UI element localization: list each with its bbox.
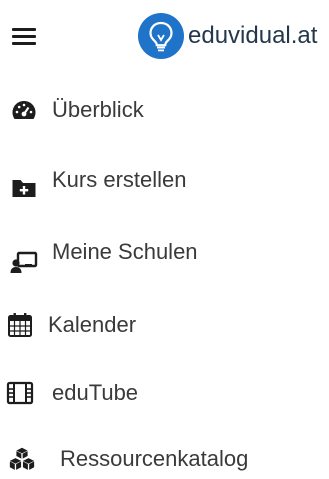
hamburger-icon (12, 28, 36, 31)
nav-label-create-course: Kurs erstellen (52, 167, 187, 192)
nav-label-resource-catalog: Ressourcenkatalog (60, 446, 249, 471)
dashboard-icon (10, 96, 38, 124)
brand-logo[interactable]: eduvidual.at (138, 12, 317, 60)
chalkboard-teacher-icon (10, 248, 38, 276)
nav-label-edutube: eduTube (52, 380, 139, 405)
calendar-icon (6, 311, 34, 339)
nav-label-overview: Überblick (52, 97, 144, 122)
nav-item-overview[interactable]: Überblick (0, 90, 329, 130)
nav-item-edutube[interactable]: eduTube (0, 373, 329, 413)
brand-name: eduvidual.at (188, 22, 318, 49)
nav-item-calendar[interactable]: Kalender (0, 305, 329, 345)
lightbulb-icon (138, 13, 184, 59)
nav-item-my-schools[interactable]: Meine Schulen (0, 232, 329, 273)
film-icon (6, 379, 34, 407)
nav-label-my-schools: Meine Schulen (52, 239, 198, 264)
nav-label-calendar: Kalender (48, 312, 137, 337)
hamburger-menu-button[interactable] (12, 26, 38, 48)
top-bar: eduvidual.at (0, 0, 329, 72)
folder-plus-icon (10, 174, 38, 202)
cubes-icon (8, 445, 36, 473)
nav-item-create-course[interactable]: Kurs erstellen (0, 160, 329, 200)
nav-item-resource-catalog[interactable]: Ressourcenkatalog (0, 439, 329, 479)
